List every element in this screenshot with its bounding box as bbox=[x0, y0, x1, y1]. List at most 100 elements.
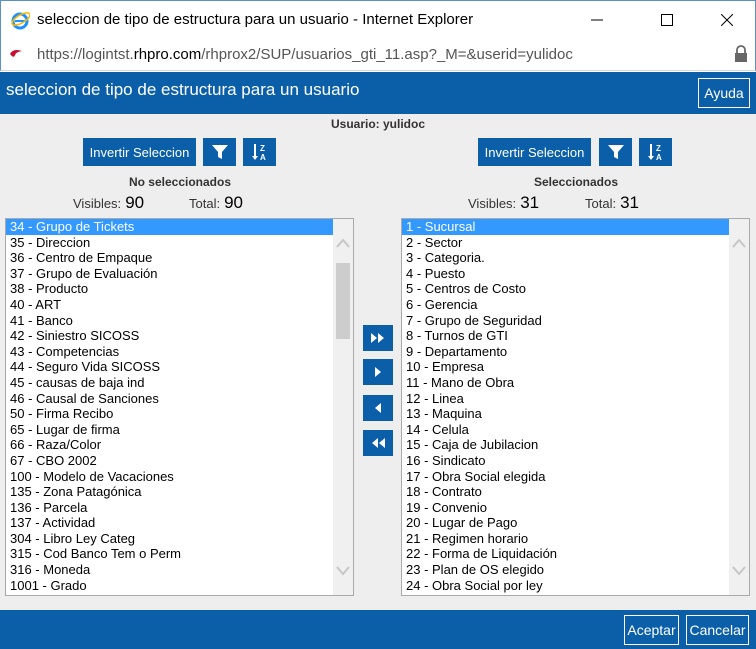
list-item[interactable]: 136 - Parcela bbox=[6, 500, 353, 516]
list-item[interactable]: 18 - Contrato bbox=[402, 484, 749, 500]
list-item[interactable]: 46 - Causal de Sanciones bbox=[6, 391, 353, 407]
url-text[interactable]: https://logintst.rhpro.com/rhprox2/SUP/u… bbox=[37, 46, 573, 63]
list-item[interactable]: 1 - Sucursal bbox=[402, 219, 749, 235]
selected-listbox[interactable]: 1 - Sucursal 2 - Sector 3 - Categoria. 4 - … bbox=[401, 218, 750, 596]
list-item[interactable]: 22 - Forma de Liquidación bbox=[402, 546, 749, 562]
unselected-listbox[interactable]: 34 - Grupo de Tickets 35 - Direccion 36 - … bbox=[5, 218, 354, 596]
list-item[interactable]: 5 - Centros de Costo bbox=[402, 281, 749, 297]
chevron-up-icon bbox=[336, 238, 350, 248]
double-chevron-right-icon bbox=[371, 333, 384, 343]
selected-list: 1 - Sucursal 2 - Sector 3 - Categoria. 4 - … bbox=[402, 219, 749, 593]
right-scrollbar[interactable] bbox=[729, 219, 749, 595]
list-item[interactable]: 17 - Obra Social elegida bbox=[402, 469, 749, 485]
list-item[interactable]: 7 - Grupo de Seguridad bbox=[402, 313, 749, 329]
move-left-button[interactable] bbox=[363, 395, 393, 421]
list-item[interactable]: 16 - Sindicato bbox=[402, 453, 749, 469]
left-scroll-thumb[interactable] bbox=[336, 263, 350, 339]
list-item[interactable]: 37 - Grupo de Evaluación bbox=[6, 266, 353, 282]
list-item[interactable]: 8 - Turnos de GTI bbox=[402, 328, 749, 344]
filter-icon bbox=[211, 145, 228, 159]
close-icon bbox=[721, 14, 733, 26]
list-item[interactable]: 44 - Seguro Vida SICOSS bbox=[6, 359, 353, 375]
list-item[interactable]: 15 - Caja de Jubilacion bbox=[402, 437, 749, 453]
list-item[interactable]: 21 - Regimen horario bbox=[402, 531, 749, 547]
list-item[interactable]: 316 - Moneda bbox=[6, 562, 353, 578]
right-panel-heading: Seleccionados bbox=[533, 175, 619, 189]
list-item[interactable]: 35 - Direccion bbox=[6, 235, 353, 251]
list-item[interactable]: 19 - Convenio bbox=[402, 500, 749, 516]
list-item[interactable]: 67 - CBO 2002 bbox=[6, 453, 353, 469]
list-item[interactable]: 315 - Cod Banco Tem o Perm bbox=[6, 546, 353, 562]
list-item[interactable]: 6 - Gerencia bbox=[402, 297, 749, 313]
unselected-list: 34 - Grupo de Tickets 35 - Direccion 36 - … bbox=[6, 219, 353, 593]
list-item[interactable]: 137 - Actividad bbox=[6, 515, 353, 531]
move-all-left-button[interactable] bbox=[363, 430, 393, 456]
list-item[interactable]: 66 - Raza/Color bbox=[6, 437, 353, 453]
left-visible-label: Visibles: bbox=[73, 196, 122, 211]
left-scroll-down-button[interactable] bbox=[333, 561, 353, 581]
list-item[interactable]: 41 - Banco bbox=[6, 313, 353, 329]
list-item[interactable]: 42 - Siniestro SICOSS bbox=[6, 328, 353, 344]
right-invert-selection-button[interactable]: Invertir Seleccion bbox=[478, 138, 591, 166]
list-item[interactable]: 20 - Lugar de Pago bbox=[402, 515, 749, 531]
list-item[interactable]: 65 - Lugar de firma bbox=[6, 422, 353, 438]
left-scrollbar[interactable] bbox=[333, 219, 353, 595]
list-item[interactable]: 11 - Mano de Obra bbox=[402, 375, 749, 391]
list-item[interactable]: 43 - Competencias bbox=[6, 344, 353, 360]
help-button[interactable]: Ayuda bbox=[698, 78, 750, 108]
close-button[interactable] bbox=[704, 1, 750, 39]
list-item[interactable]: 36 - Centro de Empaque bbox=[6, 250, 353, 266]
list-item[interactable]: 45 - causas de baja ind bbox=[6, 375, 353, 391]
list-item[interactable]: 4 - Puesto bbox=[402, 266, 749, 282]
list-item[interactable]: 24 - Obra Social por ley bbox=[402, 578, 749, 594]
left-scroll-up-button[interactable] bbox=[333, 233, 353, 253]
chevron-right-icon bbox=[375, 367, 381, 377]
list-item[interactable]: 12 - Linea bbox=[402, 391, 749, 407]
accept-button[interactable]: Aceptar bbox=[624, 615, 679, 645]
lock-icon bbox=[735, 45, 747, 62]
list-item[interactable]: 50 - Firma Recibo bbox=[6, 406, 353, 422]
left-filter-button[interactable] bbox=[203, 138, 236, 166]
svg-text:Z: Z bbox=[656, 144, 661, 153]
chevron-down-icon bbox=[732, 566, 746, 576]
left-visible-count: Visibles: 90 bbox=[73, 193, 144, 213]
list-item[interactable]: 13 - Maquina bbox=[402, 406, 749, 422]
list-item[interactable]: 23 - Plan de OS elegido bbox=[402, 562, 749, 578]
page-header: seleccion de tipo de estructura para un … bbox=[0, 72, 756, 114]
right-total-label: Total: bbox=[585, 196, 617, 211]
right-scroll-down-button[interactable] bbox=[729, 561, 749, 581]
list-item[interactable]: 14 - Celula bbox=[402, 422, 749, 438]
list-item[interactable]: 3 - Categoria. bbox=[402, 250, 749, 266]
list-item[interactable]: 9 - Departamento bbox=[402, 344, 749, 360]
list-item[interactable]: 100 - Modelo de Vacaciones bbox=[6, 469, 353, 485]
right-total-value: 31 bbox=[620, 193, 639, 212]
minimize-button[interactable] bbox=[574, 1, 620, 39]
right-total-count: Total: 31 bbox=[585, 193, 639, 213]
list-item[interactable]: 2 - Sector bbox=[402, 235, 749, 251]
left-sort-button[interactable]: Z A bbox=[243, 138, 276, 166]
right-sort-button[interactable]: Z A bbox=[639, 138, 672, 166]
maximize-button[interactable] bbox=[644, 1, 690, 39]
list-item[interactable]: 304 - Libro Ley Categ bbox=[6, 531, 353, 547]
site-favicon-icon bbox=[10, 50, 22, 57]
left-total-value: 90 bbox=[224, 193, 243, 212]
cancel-button[interactable]: Cancelar bbox=[686, 615, 749, 645]
list-item[interactable]: 38 - Producto bbox=[6, 281, 353, 297]
move-right-button[interactable] bbox=[363, 359, 393, 385]
filter-icon bbox=[607, 145, 624, 159]
user-label: Usuario: yulidoc bbox=[330, 117, 425, 131]
list-item[interactable]: 1001 - Grado bbox=[6, 578, 353, 594]
left-invert-selection-button[interactable]: Invertir Seleccion bbox=[83, 138, 196, 166]
window-title: seleccion de tipo de estructura para un … bbox=[37, 11, 474, 28]
list-item[interactable]: 40 - ART bbox=[6, 297, 353, 313]
url-path: /rhprox2/SUP/usuarios_gti_11.asp?_M=&use… bbox=[201, 46, 573, 63]
right-scroll-up-button[interactable] bbox=[729, 233, 749, 253]
list-item[interactable]: 34 - Grupo de Tickets bbox=[6, 219, 353, 235]
double-chevron-left-icon bbox=[372, 438, 385, 448]
right-filter-button[interactable] bbox=[599, 138, 632, 166]
list-item[interactable]: 10 - Empresa bbox=[402, 359, 749, 375]
move-all-right-button[interactable] bbox=[363, 325, 393, 351]
svg-text:Z: Z bbox=[260, 144, 265, 153]
list-item[interactable]: 135 - Zona Patagónica bbox=[6, 484, 353, 500]
chevron-up-icon bbox=[732, 238, 746, 248]
